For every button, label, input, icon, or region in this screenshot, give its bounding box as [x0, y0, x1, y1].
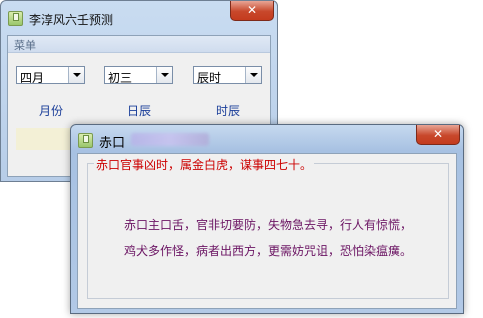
dialog-title: 赤口: [99, 136, 126, 151]
title-blur-region: [131, 133, 209, 146]
month-select-value: 四月: [20, 71, 45, 85]
menu-item-menu[interactable]: 菜单: [14, 37, 36, 53]
dialog-close-button[interactable]: ✕: [416, 125, 460, 145]
day-select-value: 初三: [108, 71, 133, 85]
verse-line-1: 赤口主口舌，官非切要防，失物急去寻，行人有惊慌，: [123, 218, 412, 232]
day-label: 日辰: [126, 104, 151, 118]
result-dialog: 赤口 ✕ 赤口官事凶时，属金白虎，谋事四七十。 赤口主口舌，官非切要防，失物急去…: [70, 124, 464, 314]
hour-label: 时辰: [215, 104, 240, 118]
main-window-title: 李淳风六壬预测: [29, 13, 114, 27]
app-icon: [78, 133, 93, 148]
dropdown-arrow-icon[interactable]: [245, 67, 261, 83]
hour-select-value: 辰时: [197, 71, 222, 85]
month-label: 月份: [38, 104, 63, 118]
dropdown-arrow-icon[interactable]: [156, 67, 172, 83]
month-select[interactable]: 四月: [16, 66, 85, 85]
dropdown-arrow-icon[interactable]: [68, 67, 84, 83]
result-groupbox: 赤口官事凶时，属金白虎，谋事四七十。 赤口主口舌，官非切要防，失物急去寻，行人有…: [87, 156, 449, 299]
verse-line-2: 鸡犬多作怪，病者出西方，更需妨咒诅，恐怕染瘟癀。: [123, 244, 412, 258]
main-window-close-button[interactable]: ✕: [230, 1, 274, 21]
app-icon: [8, 11, 23, 26]
dialog-client: 赤口官事凶时，属金白虎，谋事四七十。 赤口主口舌，官非切要防，失物急去寻，行人有…: [77, 153, 457, 309]
day-select[interactable]: 初三: [104, 66, 173, 85]
close-icon: ✕: [432, 127, 444, 141]
menu-bar: 菜单: [8, 36, 270, 53]
close-icon: ✕: [246, 3, 258, 17]
groupbox-title: 赤口官事凶时，属金白虎，谋事四七十。: [94, 156, 315, 173]
hour-select[interactable]: 辰时: [193, 66, 262, 85]
